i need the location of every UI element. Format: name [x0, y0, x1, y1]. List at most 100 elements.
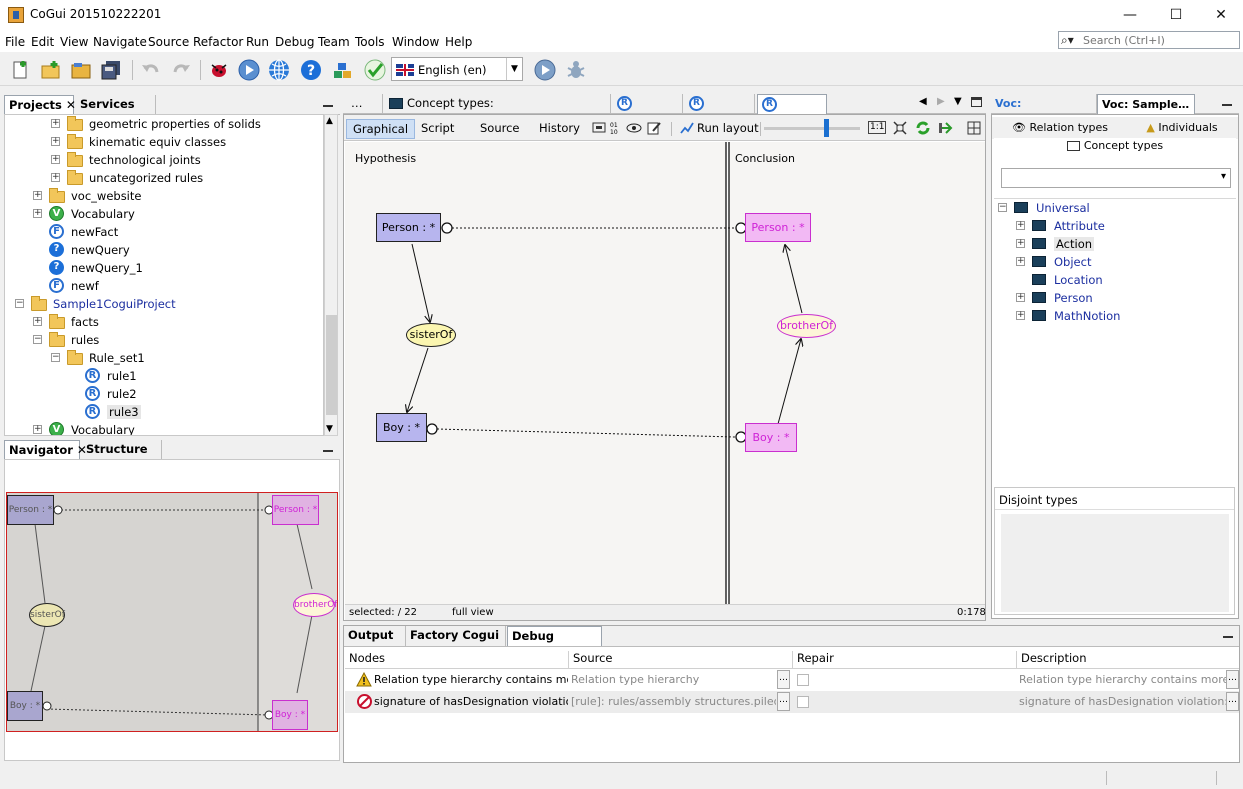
hypothesis-sisterof-node[interactable]: sisterOf — [406, 323, 456, 347]
tree-item[interactable]: + V Vocabulary — [5, 205, 323, 223]
tab-rule3[interactable]: R rule3✕ — [757, 94, 827, 130]
tree-item[interactable]: Fnewf — [5, 277, 323, 295]
menu-tools[interactable]: Tools — [355, 35, 385, 49]
menu-file[interactable]: File — [5, 35, 25, 49]
repair-checkbox[interactable] — [797, 696, 809, 708]
graph-arrange-icon[interactable] — [938, 120, 954, 136]
expand-icon[interactable]: + — [51, 155, 60, 164]
language-select[interactable]: English (en) ▼ — [391, 57, 523, 81]
conclusion-boy-node[interactable]: Boy : * — [745, 423, 797, 452]
run-icon[interactable] — [238, 59, 260, 81]
zoom-slider[interactable] — [764, 127, 860, 130]
undo-icon[interactable] — [140, 59, 162, 81]
tree-item[interactable]: Rrule3 — [5, 403, 323, 421]
expand-icon[interactable]: + — [1016, 311, 1025, 320]
redo-icon[interactable] — [170, 59, 192, 81]
tree-item[interactable]: + V Vocabulary — [5, 421, 323, 435]
expand-icon[interactable]: + — [51, 119, 60, 128]
debug-gear-icon[interactable] — [565, 59, 587, 81]
concept-type-item[interactable]: + MathNotion — [994, 307, 1234, 325]
minimize-panel-icon[interactable] — [1221, 97, 1233, 109]
menu-refactor[interactable]: Refactor — [193, 35, 243, 49]
screen-icon[interactable] — [592, 122, 606, 134]
expand-icon[interactable]: + — [33, 317, 42, 326]
conclusion-brotherof-node[interactable]: brotherOf — [777, 314, 836, 338]
tree-item[interactable]: + voc_website — [5, 187, 323, 205]
tab-debug-cogui[interactable]: Debug Cogui✕ — [507, 626, 602, 662]
hypothesis-person-node[interactable]: Person : * — [376, 213, 441, 242]
validate-check-icon[interactable] — [364, 59, 386, 81]
tree-item[interactable]: ? newQuery_1 — [5, 259, 323, 277]
tree-item[interactable]: − rules — [5, 331, 323, 349]
tree-item[interactable]: Rrule2 — [5, 385, 323, 403]
eye-icon[interactable] — [626, 121, 642, 135]
concept-type-item[interactable]: − Universal — [994, 199, 1234, 217]
menu-window[interactable]: Window — [392, 35, 439, 49]
menu-edit[interactable]: Edit — [31, 35, 54, 49]
scrollbar-thumb[interactable] — [326, 315, 337, 415]
table-row[interactable]: signature of hasDesignation violation: P… — [345, 691, 1239, 713]
scroll-tabs-left-icon[interactable]: ◀ — [919, 96, 927, 107]
tab-relation-types[interactable]: 👁 Relation types — [994, 117, 1126, 139]
new-project-icon[interactable] — [40, 59, 62, 81]
menu-view[interactable]: View — [60, 35, 88, 49]
menu-debug[interactable]: Debug — [275, 35, 314, 49]
debug-bug-icon[interactable] — [208, 59, 230, 81]
table-row[interactable]: Relation type hierarchy contains more th… — [345, 669, 1239, 691]
chevron-down-icon[interactable]: ▼ — [506, 58, 522, 80]
expand-icon[interactable]: + — [33, 209, 42, 218]
column-description[interactable]: Description — [1016, 651, 1087, 669]
tab-services[interactable]: Services — [76, 95, 156, 115]
refresh-icon[interactable] — [914, 119, 932, 137]
edit-pencil-icon[interactable] — [646, 120, 662, 136]
maximize-editor-icon[interactable] — [971, 97, 982, 107]
hypothesis-boy-node[interactable]: Boy : * — [376, 413, 427, 442]
grid-icon[interactable] — [966, 120, 982, 136]
cubes-icon[interactable] — [332, 59, 354, 81]
tab-structure[interactable]: Structure — [82, 440, 162, 460]
tree-item[interactable]: ? newQuery — [5, 241, 323, 259]
tab-navigator[interactable]: Navigator ✕ — [4, 440, 87, 460]
menu-team[interactable]: Team — [318, 35, 350, 49]
tree-item[interactable]: + geometric properties of solids — [5, 115, 323, 133]
zoom-reset-button[interactable]: 1:1 — [868, 121, 887, 134]
menu-source[interactable]: Source — [148, 35, 189, 49]
expand-icon[interactable]: + — [1016, 293, 1025, 302]
source-ellipsis-button[interactable]: … — [777, 670, 790, 689]
scroll-down-icon[interactable]: ▼ — [326, 424, 333, 434]
subtab-graphical[interactable]: Graphical — [346, 119, 416, 139]
description-ellipsis-button[interactable]: … — [1226, 670, 1239, 689]
tree-item[interactable]: + kinematic equiv classes — [5, 133, 323, 151]
scroll-up-icon[interactable]: ▲ — [326, 116, 333, 126]
column-source[interactable]: Source — [568, 651, 613, 669]
fit-view-icon[interactable] — [892, 120, 908, 136]
tree-item[interactable]: − Rule_set1 — [5, 349, 323, 367]
collapse-icon[interactable]: − — [33, 335, 42, 344]
concept-type-filter-select[interactable]: ▾ — [1001, 168, 1231, 188]
search-box[interactable]: ⌕▾ — [1058, 31, 1240, 49]
concept-type-item[interactable]: + Attribute — [994, 217, 1234, 235]
column-repair[interactable]: Repair — [792, 651, 834, 669]
minimize-button[interactable]: — — [1107, 0, 1153, 30]
collapse-icon[interactable]: − — [51, 353, 60, 362]
chevron-down-icon[interactable]: ▾ — [1221, 171, 1226, 182]
search-input[interactable] — [1083, 32, 1233, 48]
tab-projects[interactable]: Projects ✕ — [4, 95, 76, 115]
subtab-source[interactable]: Source — [474, 119, 526, 139]
tab-list-icon[interactable]: ▼ — [954, 96, 962, 107]
expand-icon[interactable]: + — [51, 137, 60, 146]
tree-item[interactable]: + facts — [5, 313, 323, 331]
zoom-slider-thumb[interactable] — [824, 119, 829, 137]
tree-item[interactable]: Rrule1 — [5, 367, 323, 385]
expand-icon[interactable]: + — [33, 191, 42, 200]
tab-concept-types-voc[interactable]: Concept types — [994, 138, 1236, 158]
help-icon[interactable]: ? — [300, 59, 322, 81]
project-tree-scrollbar[interactable]: ▲ ▼ — [324, 114, 338, 436]
globe-icon[interactable] — [268, 59, 290, 81]
save-all-icon[interactable] — [100, 59, 122, 81]
tree-item[interactable]: + uncategorized rules — [5, 169, 323, 187]
tree-item[interactable]: + technological joints — [5, 151, 323, 169]
tab-rule1[interactable]: R rule1✕ — [613, 94, 683, 129]
close-icon[interactable]: ✕ — [66, 98, 76, 112]
description-ellipsis-button[interactable]: … — [1226, 692, 1239, 711]
